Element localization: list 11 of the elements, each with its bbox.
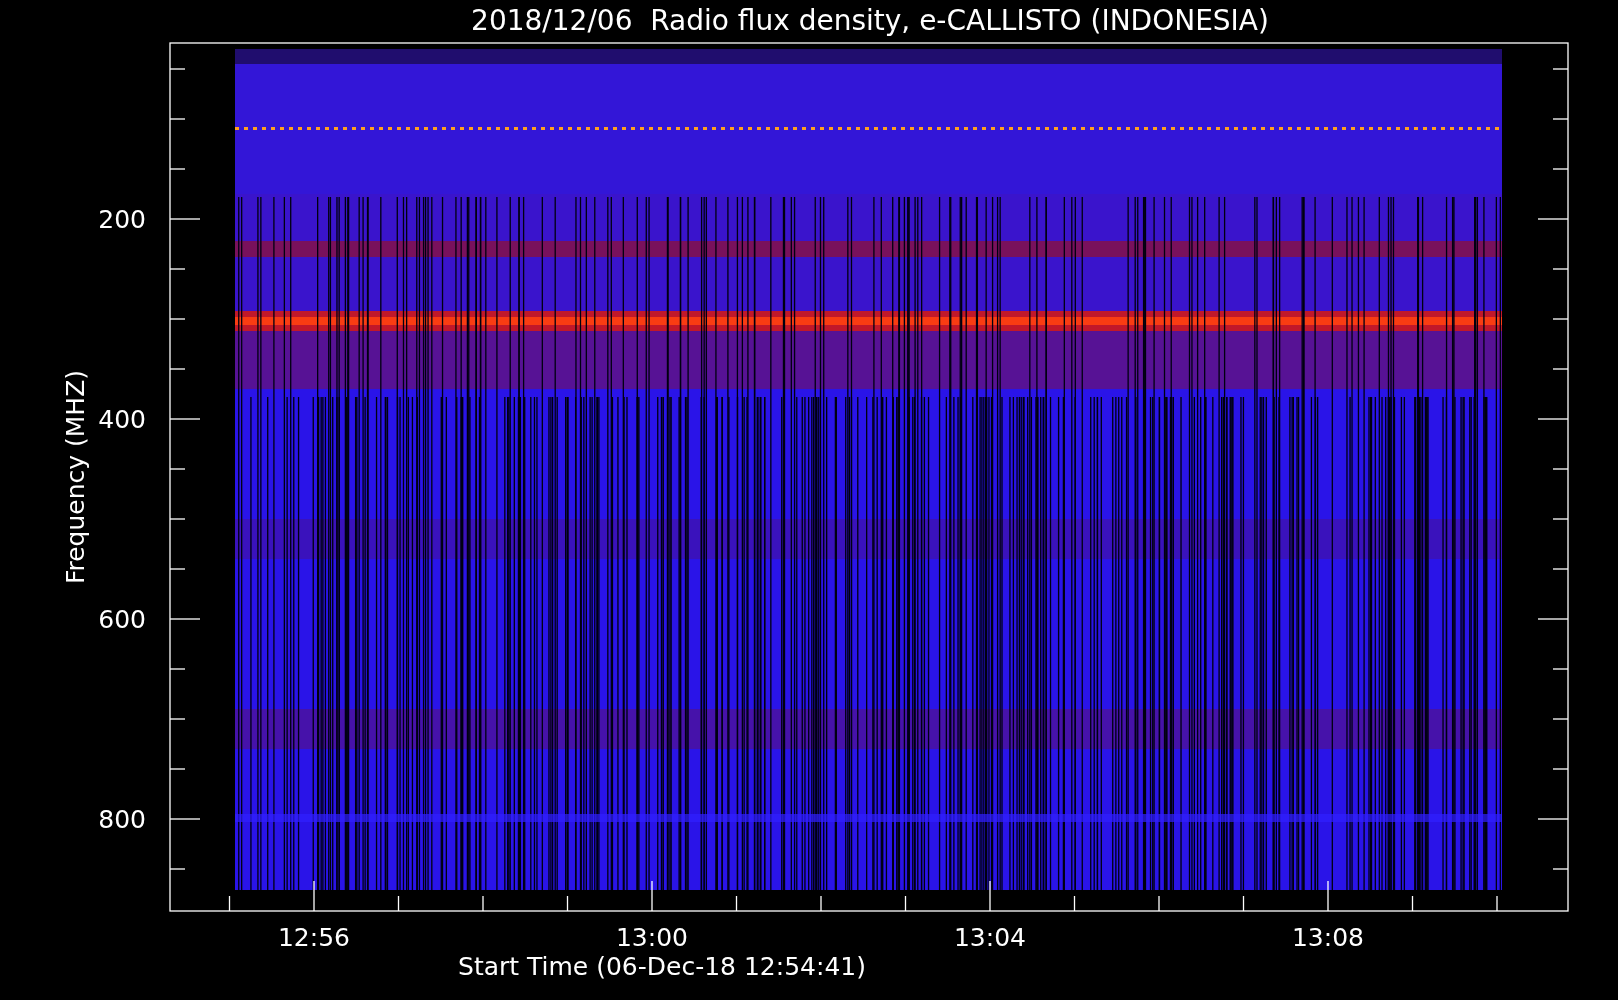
x-tick-label: 12:56 (278, 923, 350, 952)
x-tick-label: 13:04 (954, 923, 1026, 952)
y-axis-label: Frequency (MHZ) (61, 369, 90, 585)
chart-title: 2018/12/06 Radio flux density, e-CALLISTO (INDONESIA) (471, 4, 1269, 37)
y-tick-label: 600 (98, 605, 146, 634)
x-tick-label: 13:08 (1292, 923, 1364, 952)
y-tick-label: 800 (98, 805, 146, 834)
y-tick-label: 400 (98, 405, 146, 434)
x-tick-label: 13:00 (616, 923, 688, 952)
y-tick-label: 200 (98, 205, 146, 234)
x-axis-label: Start Time (06-Dec-18 12:54:41) (458, 952, 866, 981)
